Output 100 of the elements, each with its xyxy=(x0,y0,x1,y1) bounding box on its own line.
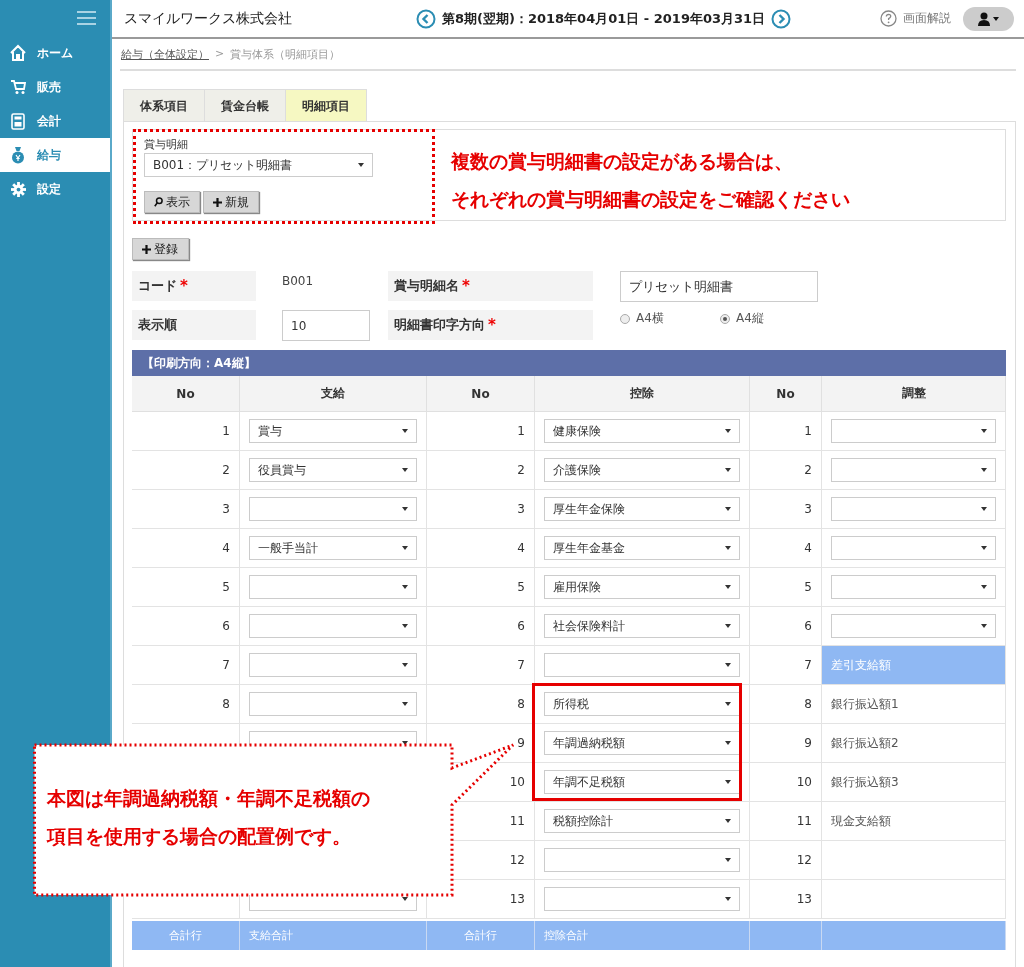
tab[interactable]: 体系項目 xyxy=(123,89,205,121)
menu-icon[interactable] xyxy=(77,11,96,25)
row-number: 5 xyxy=(804,580,812,594)
money-bag-icon xyxy=(10,146,26,164)
input-field[interactable]: プリセット明細書 xyxy=(620,271,818,302)
dropdown[interactable] xyxy=(831,458,996,482)
dropdown[interactable] xyxy=(831,419,996,443)
total-cell: 合計行 xyxy=(132,921,240,950)
tab[interactable]: 賃金台帳 xyxy=(204,89,286,121)
caret-icon xyxy=(725,858,731,862)
help-icon[interactable] xyxy=(880,10,897,27)
caret-icon xyxy=(725,624,731,628)
dropdown[interactable] xyxy=(544,848,740,872)
row-number: 3 xyxy=(222,502,230,516)
search-icon xyxy=(154,197,163,207)
dropdown[interactable] xyxy=(249,653,417,677)
caret-icon xyxy=(725,429,731,433)
dropdown[interactable]: 年調不足税額 xyxy=(544,770,740,794)
caret-icon xyxy=(725,702,731,706)
dropdown[interactable]: 厚生年金基金 xyxy=(544,536,740,560)
dropdown[interactable] xyxy=(831,575,996,599)
dropdown[interactable] xyxy=(831,497,996,521)
caret-icon xyxy=(981,429,987,433)
company-name: スマイルワークス株式会社 xyxy=(124,9,293,28)
settings-icon xyxy=(10,181,26,197)
dropdown[interactable]: 介護保険 xyxy=(544,458,740,482)
caret-icon xyxy=(725,663,731,667)
dropdown[interactable]: 年調過納税額 xyxy=(544,731,740,755)
caret-icon xyxy=(725,897,731,901)
dropdown[interactable]: 一般手当計 xyxy=(249,536,417,560)
register-button[interactable]: 登録 xyxy=(132,238,189,260)
dropdown[interactable]: 厚生年金保険 xyxy=(544,497,740,521)
row-number: 2 xyxy=(804,463,812,477)
dropdown[interactable]: B001：プリセット明細書 xyxy=(144,153,373,177)
home-icon xyxy=(9,44,27,62)
dropdown[interactable]: 健康保険 xyxy=(544,419,740,443)
field-label: 表示順 xyxy=(132,310,256,340)
total-cell: 控除合計 xyxy=(535,921,750,950)
row-number: 4 xyxy=(804,541,812,555)
caret-icon xyxy=(402,546,408,550)
dropdown[interactable]: 雇用保険 xyxy=(544,575,740,599)
total-cell xyxy=(750,921,822,950)
caret-icon xyxy=(725,507,731,511)
breadcrumb-separator: > xyxy=(215,47,225,62)
dropdown[interactable] xyxy=(831,536,996,560)
total-cell: 支給合計 xyxy=(240,921,427,950)
row-number: 8 xyxy=(517,697,525,711)
row-number: 2 xyxy=(222,463,230,477)
dropdown[interactable] xyxy=(544,887,740,911)
sidebar-item[interactable]: 設定 xyxy=(0,172,110,206)
sidebar-item[interactable]: ホーム xyxy=(0,36,110,70)
row-number: 7 xyxy=(804,658,812,672)
dropdown[interactable] xyxy=(249,692,417,716)
column-header: No xyxy=(750,376,822,412)
dropdown[interactable]: 税額控除計 xyxy=(544,809,740,833)
radio-option[interactable]: A4縦 xyxy=(720,310,820,327)
help-link[interactable]: 画面解説 xyxy=(903,10,951,27)
dropdown[interactable] xyxy=(249,497,417,521)
breadcrumb-link[interactable]: 給与（全体設定） xyxy=(121,47,209,62)
input-field[interactable]: 10 xyxy=(282,310,370,341)
tab[interactable]: 明細項目 xyxy=(285,89,367,121)
caret-icon xyxy=(981,468,987,472)
field-label: 賞与明細 xyxy=(144,137,189,152)
dropdown[interactable] xyxy=(544,653,740,677)
radio-option[interactable]: A4横 xyxy=(620,310,720,327)
breadcrumb-current: 賞与体系（明細項目） xyxy=(230,47,341,62)
dropdown[interactable] xyxy=(249,614,417,638)
dropdown[interactable]: 賞与 xyxy=(249,419,417,443)
caret-icon xyxy=(981,546,987,550)
sidebar-item[interactable]: 会計 xyxy=(0,104,110,138)
caret-icon xyxy=(725,585,731,589)
column-header: 調整 xyxy=(822,376,1006,412)
caret-icon xyxy=(981,585,987,589)
caret-icon xyxy=(402,429,408,433)
cell-text: 現金支給額 xyxy=(831,812,891,830)
previous-icon[interactable] xyxy=(416,8,436,29)
radio-icon[interactable] xyxy=(620,313,630,324)
dropdown[interactable] xyxy=(249,575,417,599)
caret-icon xyxy=(402,468,408,472)
row-number: 11 xyxy=(509,814,525,828)
row-number: 8 xyxy=(222,697,230,711)
dropdown[interactable] xyxy=(831,614,996,638)
sidebar-item[interactable]: 販売 xyxy=(0,70,110,104)
column-header: No xyxy=(427,376,535,412)
new-button[interactable]: 新規 xyxy=(203,191,259,213)
view-button[interactable]: 表示 xyxy=(144,191,200,213)
cell-text: 銀行振込額3 xyxy=(831,773,899,791)
dropdown[interactable]: 所得税 xyxy=(544,692,740,716)
radio-icon[interactable] xyxy=(720,313,730,324)
field-label: コード * xyxy=(132,271,256,301)
column-header: 控除 xyxy=(535,376,750,412)
dropdown[interactable]: 役員賞与 xyxy=(249,458,417,482)
column-header: No xyxy=(132,376,240,412)
user-menu-button[interactable] xyxy=(963,6,1014,31)
next-icon[interactable] xyxy=(771,8,792,29)
row-number: 10 xyxy=(796,775,812,789)
row-number: 1 xyxy=(517,424,525,438)
sidebar-item[interactable]: 給与 xyxy=(0,138,110,172)
row-number: 1 xyxy=(222,424,230,438)
dropdown[interactable]: 社会保険料計 xyxy=(544,614,740,638)
